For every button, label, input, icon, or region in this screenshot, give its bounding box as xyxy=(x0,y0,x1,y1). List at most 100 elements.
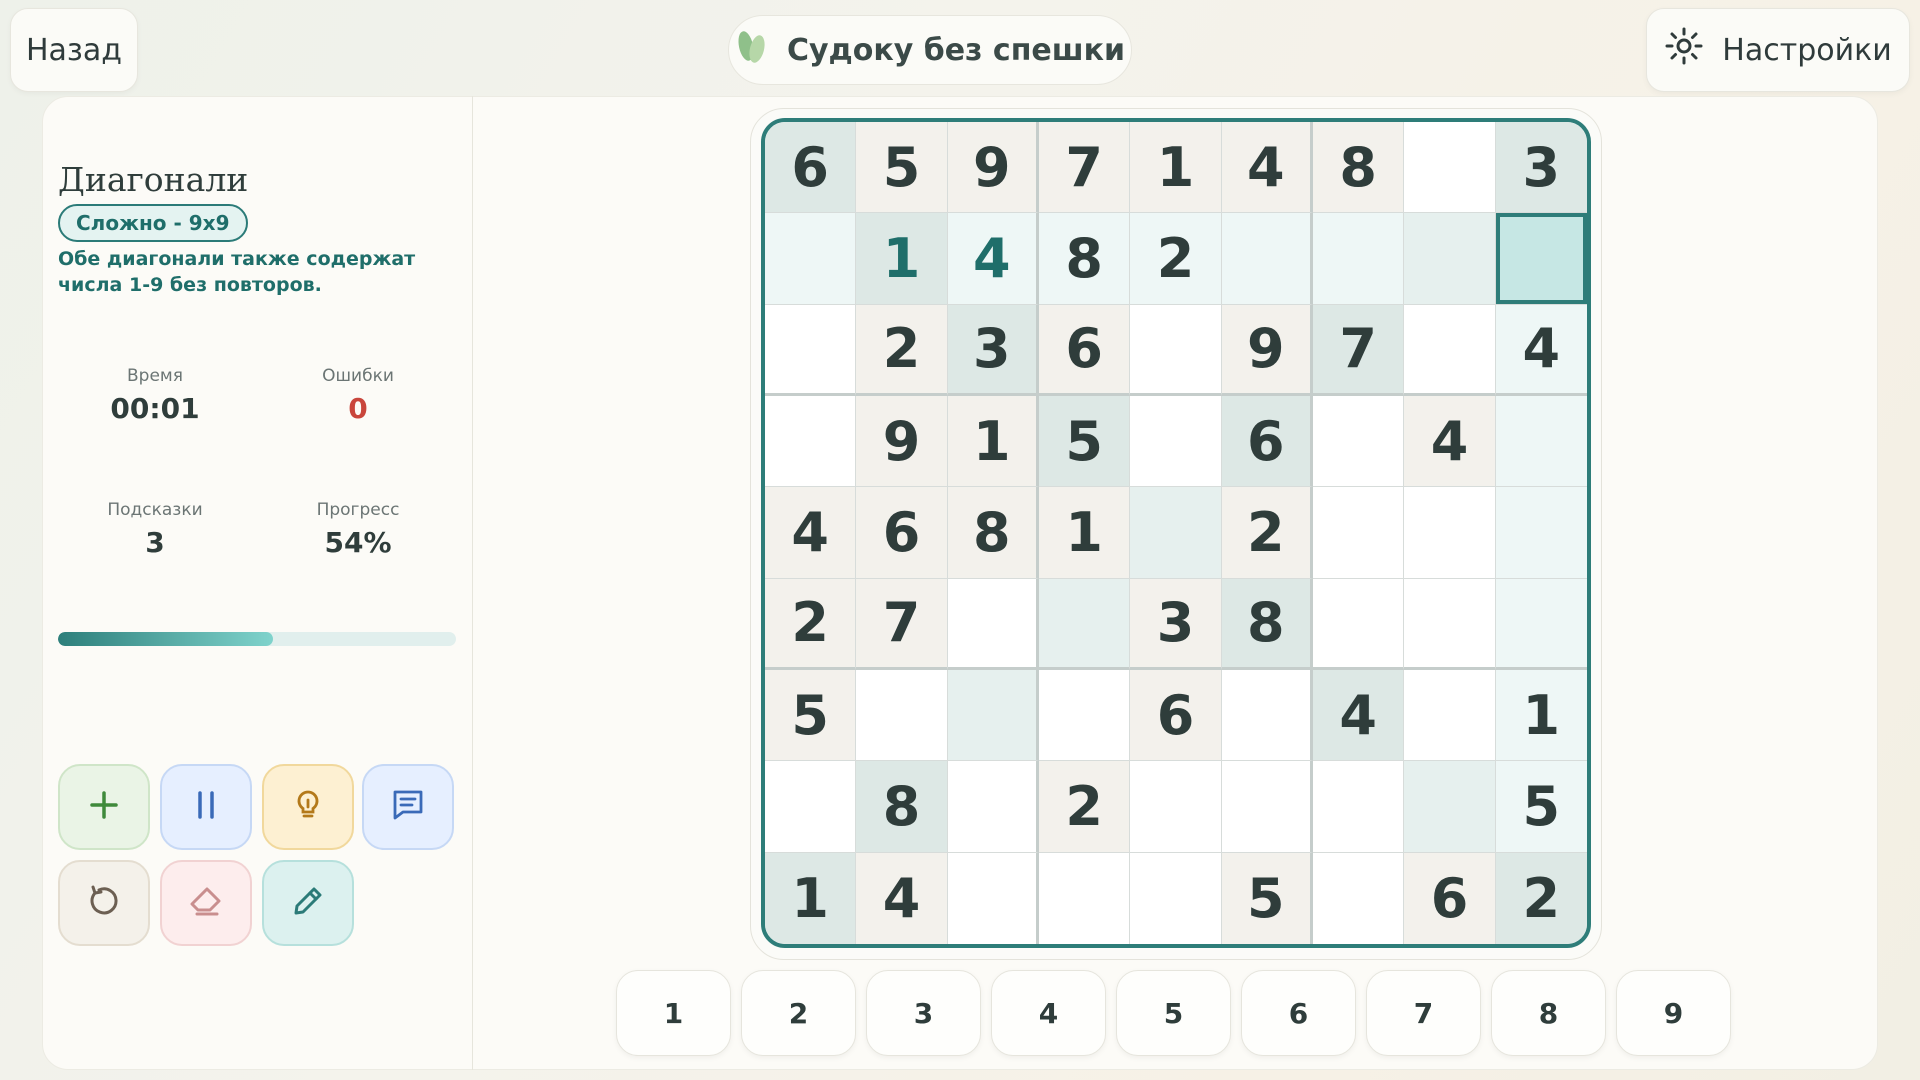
sudoku-cell-r1c6[interactable]: 4 xyxy=(1221,122,1313,214)
sudoku-cell-r9c7[interactable] xyxy=(1313,852,1405,944)
sudoku-cell-r6c6[interactable]: 8 xyxy=(1221,578,1313,670)
sudoku-cell-r7c7[interactable]: 4 xyxy=(1313,670,1405,762)
sudoku-cell-r7c9[interactable]: 1 xyxy=(1495,670,1587,762)
number-key-2[interactable]: 2 xyxy=(741,970,856,1056)
sudoku-cell-r5c4[interactable]: 1 xyxy=(1039,487,1131,579)
sudoku-cell-r9c6[interactable]: 5 xyxy=(1221,852,1313,944)
sudoku-cell-r6c8[interactable] xyxy=(1404,578,1496,670)
sudoku-cell-r5c3[interactable]: 8 xyxy=(947,487,1039,579)
sudoku-cell-r3c2[interactable]: 2 xyxy=(856,304,948,396)
sudoku-cell-r4c8[interactable]: 4 xyxy=(1404,396,1496,488)
sudoku-cell-r2c2[interactable]: 1 xyxy=(856,213,948,305)
sudoku-cell-r3c6[interactable]: 9 xyxy=(1221,304,1313,396)
sudoku-cell-r2c6[interactable] xyxy=(1221,213,1313,305)
sudoku-cell-r1c2[interactable]: 5 xyxy=(856,122,948,214)
number-key-3[interactable]: 3 xyxy=(866,970,981,1056)
hint-button[interactable] xyxy=(262,764,354,850)
number-key-7[interactable]: 7 xyxy=(1366,970,1481,1056)
number-key-1[interactable]: 1 xyxy=(616,970,731,1056)
sudoku-cell-r1c5[interactable]: 1 xyxy=(1130,122,1222,214)
sudoku-cell-r6c2[interactable]: 7 xyxy=(856,578,948,670)
sudoku-cell-r8c8[interactable] xyxy=(1404,761,1496,853)
sudoku-cell-r2c1[interactable] xyxy=(765,213,857,305)
sudoku-cell-r1c8[interactable] xyxy=(1404,122,1496,214)
sudoku-cell-r5c2[interactable]: 6 xyxy=(856,487,948,579)
number-key-5[interactable]: 5 xyxy=(1116,970,1231,1056)
sudoku-cell-r2c5[interactable]: 2 xyxy=(1130,213,1222,305)
sudoku-cell-r5c7[interactable] xyxy=(1313,487,1405,579)
number-key-6[interactable]: 6 xyxy=(1241,970,1356,1056)
sudoku-cell-r4c7[interactable] xyxy=(1313,396,1405,488)
sudoku-cell-r7c6[interactable] xyxy=(1221,670,1313,762)
sudoku-cell-r7c1[interactable]: 5 xyxy=(765,670,857,762)
pencil-button[interactable] xyxy=(262,860,354,946)
sudoku-cell-r8c4[interactable]: 2 xyxy=(1039,761,1131,853)
sudoku-cell-r8c1[interactable] xyxy=(765,761,857,853)
sudoku-cell-r5c6[interactable]: 2 xyxy=(1221,487,1313,579)
sudoku-cell-r8c5[interactable] xyxy=(1130,761,1222,853)
sudoku-cell-r1c1[interactable]: 6 xyxy=(765,122,857,214)
sudoku-cell-r2c9[interactable] xyxy=(1495,213,1587,305)
sudoku-cell-r6c5[interactable]: 3 xyxy=(1130,578,1222,670)
sudoku-cell-r7c4[interactable] xyxy=(1039,670,1131,762)
sudoku-cell-r4c4[interactable]: 5 xyxy=(1039,396,1131,488)
sudoku-cell-r5c1[interactable]: 4 xyxy=(765,487,857,579)
sudoku-cell-r8c2[interactable]: 8 xyxy=(856,761,948,853)
sudoku-cell-r2c3[interactable]: 4 xyxy=(947,213,1039,305)
sudoku-cell-r4c3[interactable]: 1 xyxy=(947,396,1039,488)
settings-button[interactable]: Настройки xyxy=(1646,8,1910,92)
sudoku-cell-r4c1[interactable] xyxy=(765,396,857,488)
sudoku-cell-r5c5[interactable] xyxy=(1130,487,1222,579)
notes-button[interactable] xyxy=(362,764,454,850)
pause-button[interactable] xyxy=(160,764,252,850)
sudoku-cell-r3c3[interactable]: 3 xyxy=(947,304,1039,396)
number-key-9[interactable]: 9 xyxy=(1616,970,1731,1056)
sudoku-cell-r9c9[interactable]: 2 xyxy=(1495,852,1587,944)
sudoku-cell-r1c7[interactable]: 8 xyxy=(1313,122,1405,214)
sudoku-cell-r3c5[interactable] xyxy=(1130,304,1222,396)
sudoku-cell-r8c6[interactable] xyxy=(1221,761,1313,853)
sudoku-cell-r9c4[interactable] xyxy=(1039,852,1131,944)
sudoku-cell-r9c3[interactable] xyxy=(947,852,1039,944)
number-key-8[interactable]: 8 xyxy=(1491,970,1606,1056)
sudoku-cell-r4c6[interactable]: 6 xyxy=(1221,396,1313,488)
sudoku-cell-r8c9[interactable]: 5 xyxy=(1495,761,1587,853)
sudoku-cell-r3c4[interactable]: 6 xyxy=(1039,304,1131,396)
new-game-button[interactable] xyxy=(58,764,150,850)
sudoku-cell-r9c8[interactable]: 6 xyxy=(1404,852,1496,944)
sudoku-cell-r7c8[interactable] xyxy=(1404,670,1496,762)
sudoku-cell-r7c3[interactable] xyxy=(947,670,1039,762)
sudoku-cell-r6c1[interactable]: 2 xyxy=(765,578,857,670)
sudoku-cell-r3c7[interactable]: 7 xyxy=(1313,304,1405,396)
erase-button[interactable] xyxy=(160,860,252,946)
sudoku-cell-r7c5[interactable]: 6 xyxy=(1130,670,1222,762)
sudoku-cell-r2c8[interactable] xyxy=(1404,213,1496,305)
sudoku-cell-r5c9[interactable] xyxy=(1495,487,1587,579)
sudoku-cell-r6c9[interactable] xyxy=(1495,578,1587,670)
sudoku-cell-r8c7[interactable] xyxy=(1313,761,1405,853)
sudoku-cell-r2c7[interactable] xyxy=(1313,213,1405,305)
back-button[interactable]: Назад xyxy=(10,8,138,92)
sudoku-cell-r9c2[interactable]: 4 xyxy=(856,852,948,944)
sudoku-cell-r4c9[interactable] xyxy=(1495,396,1587,488)
undo-button[interactable] xyxy=(58,860,150,946)
sudoku-cell-r3c8[interactable] xyxy=(1404,304,1496,396)
sudoku-cell-r1c9[interactable]: 3 xyxy=(1495,122,1587,214)
stat-errors: Ошибки 0 xyxy=(258,366,458,425)
sudoku-cell-r4c5[interactable] xyxy=(1130,396,1222,488)
sudoku-cell-r1c4[interactable]: 7 xyxy=(1039,122,1131,214)
sudoku-cell-r9c1[interactable]: 1 xyxy=(765,852,857,944)
sudoku-cell-r6c3[interactable] xyxy=(947,578,1039,670)
sudoku-cell-r3c1[interactable] xyxy=(765,304,857,396)
sudoku-cell-r4c2[interactable]: 9 xyxy=(856,396,948,488)
number-key-4[interactable]: 4 xyxy=(991,970,1106,1056)
sudoku-cell-r7c2[interactable] xyxy=(856,670,948,762)
sudoku-cell-r5c8[interactable] xyxy=(1404,487,1496,579)
sudoku-cell-r3c9[interactable]: 4 xyxy=(1495,304,1587,396)
sudoku-cell-r6c4[interactable] xyxy=(1039,578,1131,670)
sudoku-cell-r2c4[interactable]: 8 xyxy=(1039,213,1131,305)
sudoku-cell-r9c5[interactable] xyxy=(1130,852,1222,944)
sudoku-cell-r6c7[interactable] xyxy=(1313,578,1405,670)
sudoku-cell-r1c3[interactable]: 9 xyxy=(947,122,1039,214)
sudoku-cell-r8c3[interactable] xyxy=(947,761,1039,853)
